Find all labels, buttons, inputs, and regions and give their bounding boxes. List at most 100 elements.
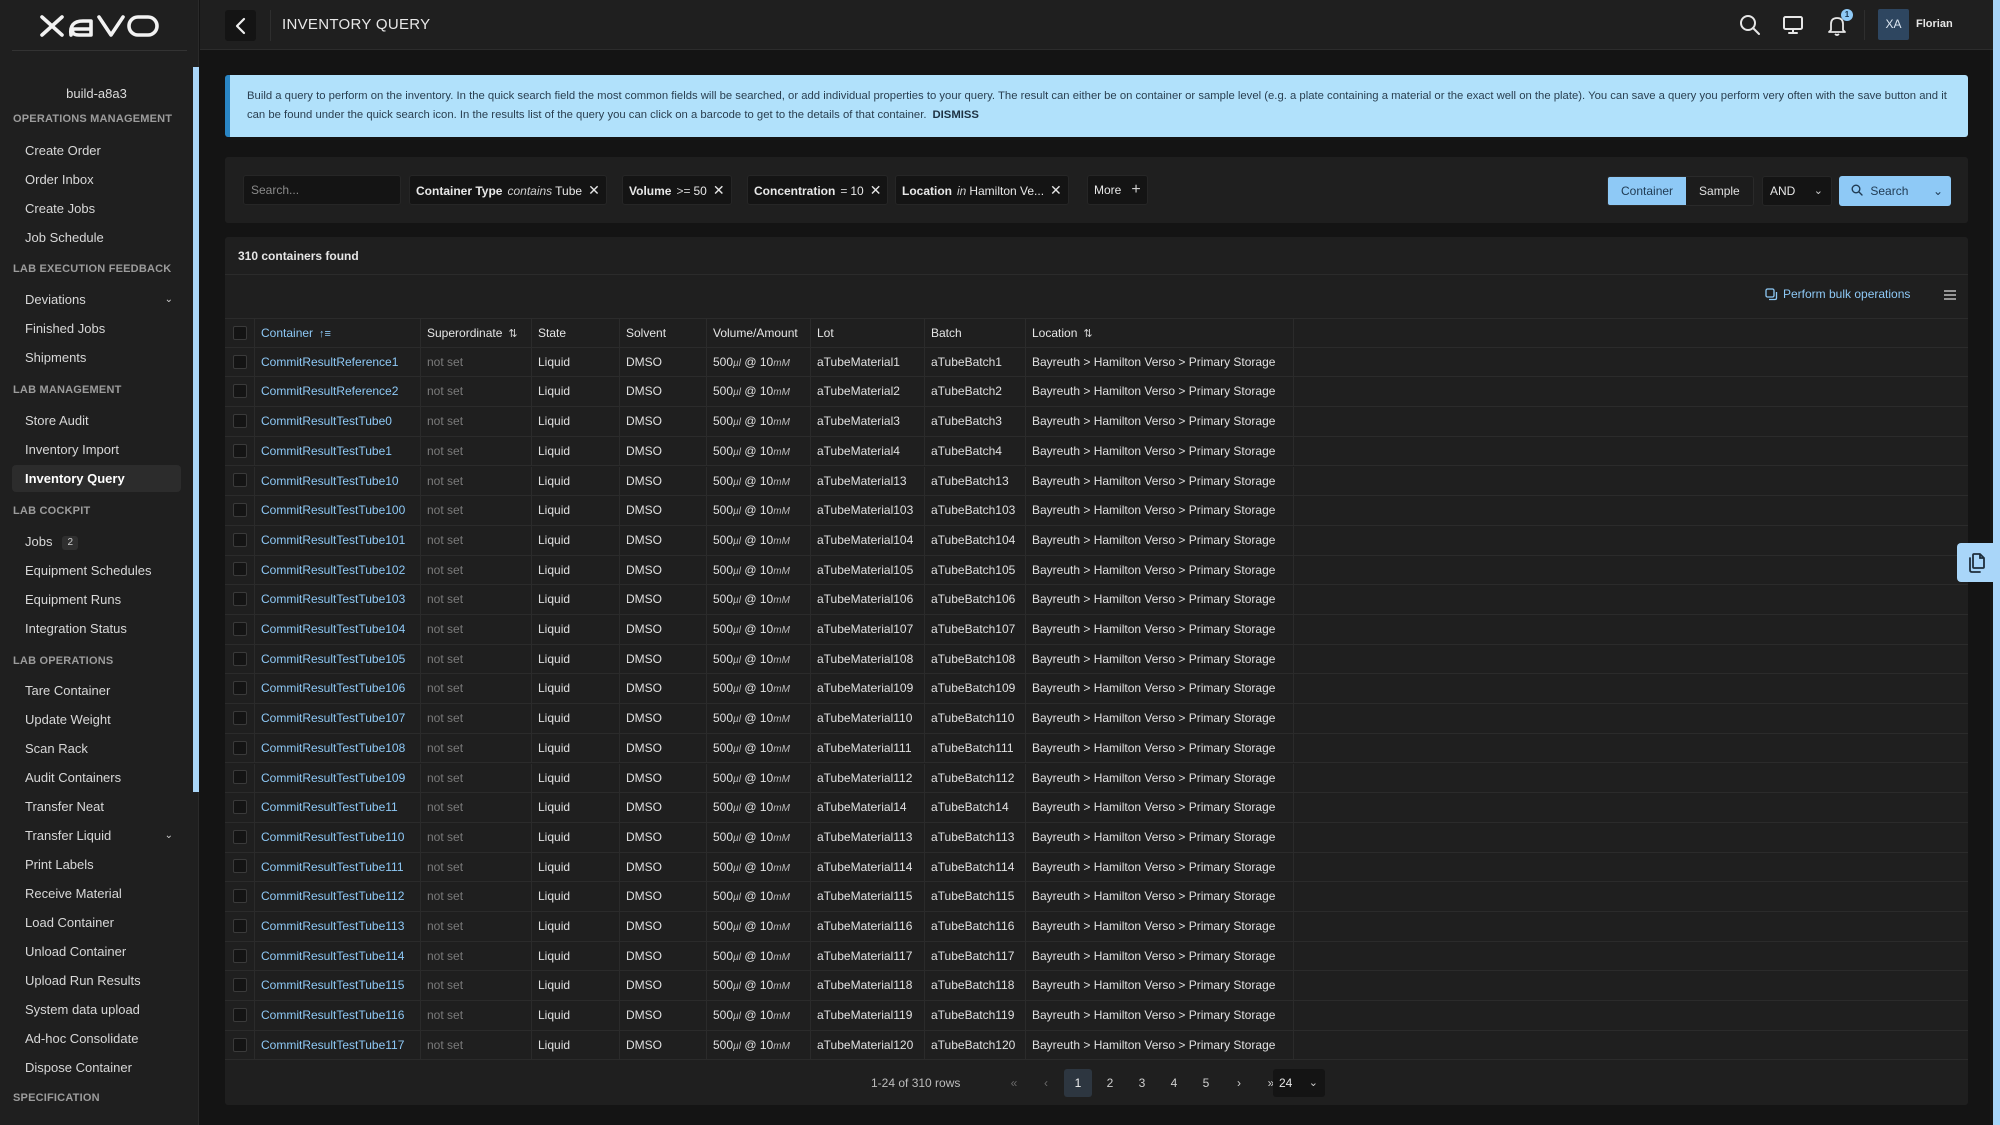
filter-chip-volume[interactable]: Volume >= 50 ✕ [622, 175, 732, 205]
sidebar-item-transfer-liquid[interactable]: Transfer Liquid ⌄ [12, 822, 181, 849]
page-button[interactable]: 1 [1064, 1069, 1092, 1097]
sidebar-item-deviations[interactable]: Deviations ⌄ [12, 286, 181, 313]
row-checkbox[interactable] [233, 621, 247, 636]
container-barcode-link[interactable]: CommitResultTestTube105 [255, 644, 421, 674]
container-barcode-link[interactable]: CommitResultTestTube1 [255, 436, 421, 466]
page-button[interactable]: 4 [1160, 1069, 1188, 1097]
sidebar-item-scan-rack[interactable]: Scan Rack [12, 735, 181, 762]
remove-filter-icon[interactable]: ✕ [1050, 176, 1062, 204]
remove-filter-icon[interactable]: ✕ [870, 176, 882, 204]
row-checkbox[interactable] [233, 829, 247, 844]
logic-operator-select[interactable]: AND ⌄ [1762, 176, 1832, 206]
page-button[interactable]: 2 [1096, 1069, 1124, 1097]
select-all-checkbox[interactable] [233, 325, 247, 340]
row-checkbox[interactable] [233, 859, 247, 874]
container-barcode-link[interactable]: CommitResultReference2 [255, 377, 421, 407]
sidebar-item-dispose-container[interactable]: Dispose Container [12, 1054, 181, 1081]
container-barcode-link[interactable]: CommitResultTestTube108 [255, 733, 421, 763]
sidebar-item-create-jobs[interactable]: Create Jobs [12, 195, 181, 222]
row-checkbox[interactable] [233, 562, 247, 577]
sidebar-item-ad-hoc-consolidate[interactable]: Ad-hoc Consolidate [12, 1025, 181, 1052]
back-button[interactable] [225, 10, 256, 41]
container-barcode-link[interactable]: CommitResultTestTube104 [255, 615, 421, 644]
sort-ascending-icon[interactable]: ↑≡ [319, 328, 331, 340]
sidebar-item-update-weight[interactable]: Update Weight [12, 706, 181, 733]
sidebar-item-create-order[interactable]: Create Order [12, 137, 181, 164]
column-settings-button[interactable] [1943, 288, 1957, 306]
container-barcode-link[interactable]: CommitResultTestTube103 [255, 585, 421, 615]
sidebar-item-store-audit[interactable]: Store Audit [12, 407, 181, 434]
row-checkbox[interactable] [233, 651, 247, 666]
remove-filter-icon[interactable]: ✕ [588, 176, 600, 204]
page-button[interactable]: 5 [1192, 1069, 1220, 1097]
container-barcode-link[interactable]: CommitResultTestTube106 [255, 674, 421, 704]
container-barcode-link[interactable]: CommitResultTestTube113 [255, 912, 421, 941]
container-barcode-link[interactable]: CommitResultTestTube11 [255, 793, 421, 823]
level-container-button[interactable]: Container [1608, 177, 1687, 205]
container-barcode-link[interactable]: CommitResultTestTube102 [255, 555, 421, 585]
page-button[interactable]: 3 [1128, 1069, 1156, 1097]
search-button[interactable]: Search ⌄ [1839, 176, 1951, 206]
sort-icon[interactable]: ⇅ [1083, 328, 1092, 340]
column-header-location[interactable]: Location ⇅ [1026, 319, 1294, 348]
chevron-down-icon[interactable]: ⌄ [165, 822, 173, 849]
filter-chip-concentration[interactable]: Concentration = 10 ✕ [747, 175, 889, 205]
sidebar-item-inventory-import[interactable]: Inventory Import [12, 436, 181, 463]
container-barcode-link[interactable]: CommitResultTestTube110 [255, 822, 421, 852]
sidebar-item-inventory-query[interactable]: Inventory Query [12, 465, 181, 492]
sidebar-item-finished-jobs[interactable]: Finished Jobs [12, 315, 181, 342]
next-page-button[interactable]: › [1225, 1069, 1253, 1097]
quick-search-input[interactable] [243, 175, 401, 205]
user-name[interactable]: Florian [1916, 18, 1953, 30]
sort-icon[interactable]: ⇅ [508, 328, 517, 340]
floating-clipboard-button[interactable] [1957, 543, 1997, 582]
column-header-container[interactable]: Container ↑≡ [255, 319, 421, 348]
sidebar-item-audit-containers[interactable]: Audit Containers [12, 764, 181, 791]
sidebar-item-shipments[interactable]: Shipments [12, 344, 181, 371]
container-barcode-link[interactable]: CommitResultTestTube117 [255, 1030, 421, 1060]
filter-chip-location[interactable]: Location in Hamilton Ve... ✕ [895, 175, 1069, 205]
user-avatar[interactable]: XA [1878, 9, 1909, 40]
row-checkbox[interactable] [233, 384, 247, 399]
row-checkbox[interactable] [233, 681, 247, 696]
row-checkbox[interactable] [233, 740, 247, 755]
container-barcode-link[interactable]: CommitResultTestTube0 [255, 407, 421, 437]
sidebar-item-transfer-neat[interactable]: Transfer Neat [12, 793, 181, 820]
row-checkbox[interactable] [233, 918, 247, 933]
sidebar-item-jobs[interactable]: Jobs 2 [12, 528, 181, 555]
filter-chip-container-type[interactable]: Container Type contains Tube ✕ [409, 175, 607, 205]
row-checkbox[interactable] [233, 889, 247, 904]
sidebar-item-integration-status[interactable]: Integration Status [12, 615, 181, 642]
sidebar-item-upload-run-results[interactable]: Upload Run Results [12, 967, 181, 994]
sidebar-scrollbar[interactable] [193, 67, 199, 792]
dismiss-button[interactable]: DISMISS [933, 109, 979, 121]
container-barcode-link[interactable]: CommitResultReference1 [255, 347, 421, 377]
row-checkbox[interactable] [233, 948, 247, 963]
sidebar-item-tare-container[interactable]: Tare Container [12, 677, 181, 704]
column-header-superordinate[interactable]: Superordinate ⇅ [421, 319, 532, 348]
sidebar-item-unload-container[interactable]: Unload Container [12, 938, 181, 965]
row-checkbox[interactable] [233, 1037, 247, 1052]
sidebar-item-equipment-runs[interactable]: Equipment Runs [12, 586, 181, 613]
app-logo[interactable] [0, 8, 199, 44]
notifications-button[interactable]: 1 [1824, 9, 1853, 38]
sidebar-item-print-labels[interactable]: Print Labels [12, 851, 181, 878]
container-barcode-link[interactable]: CommitResultTestTube115 [255, 971, 421, 1001]
display-button[interactable] [1780, 12, 1806, 38]
container-barcode-link[interactable]: CommitResultTestTube112 [255, 882, 421, 912]
previous-page-button[interactable]: ‹ [1032, 1069, 1060, 1097]
container-barcode-link[interactable]: CommitResultTestTube116 [255, 1001, 421, 1031]
container-barcode-link[interactable]: CommitResultTestTube107 [255, 704, 421, 734]
row-checkbox[interactable] [233, 413, 247, 428]
search-options-dropdown[interactable]: ⌄ [1933, 176, 1943, 206]
container-barcode-link[interactable]: CommitResultTestTube114 [255, 941, 421, 971]
global-search-button[interactable] [1737, 12, 1763, 38]
container-barcode-link[interactable]: CommitResultTestTube111 [255, 852, 421, 882]
chevron-down-icon[interactable]: ⌄ [165, 286, 173, 313]
remove-filter-icon[interactable]: ✕ [713, 176, 725, 204]
sidebar-item-receive-material[interactable]: Receive Material [12, 880, 181, 907]
container-barcode-link[interactable]: CommitResultTestTube109 [255, 763, 421, 793]
container-barcode-link[interactable]: CommitResultTestTube10 [255, 466, 421, 496]
page-size-select[interactable]: 24 ⌄ [1273, 1069, 1325, 1097]
row-checkbox[interactable] [233, 354, 247, 369]
